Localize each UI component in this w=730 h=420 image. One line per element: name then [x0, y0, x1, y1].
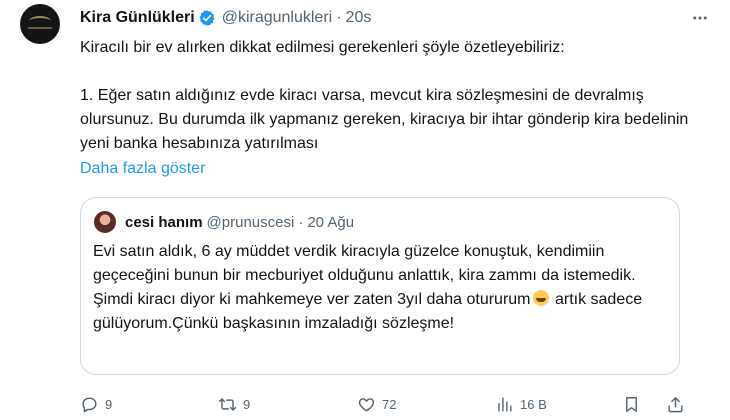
quoted-tweet-text: Evi satın aldık, 6 ay müddet verdik kira… — [93, 240, 669, 336]
share-icon — [668, 396, 683, 412]
author-name[interactable]: Kira Günlükleri — [80, 9, 195, 27]
like-count: 72 — [382, 396, 397, 412]
reply-count: 9 — [105, 396, 113, 412]
bookmark-button[interactable] — [622, 392, 641, 416]
author-handle[interactable]: @kiragunlukleri — [222, 9, 333, 27]
quoted-author-handle: @prunuscesi — [206, 213, 295, 231]
quoted-author-name: cesi hanım — [125, 213, 203, 231]
tweet-header: Kira Günlükleri @kiragunlukleri · 20s — [80, 7, 371, 29]
quoted-tweet-header: cesi hanım @prunuscesi · 20 Ağu — [125, 211, 354, 233]
tweet-text-line1: Kiracılı bir ev alırken dikkat edilmesi … — [80, 39, 565, 56]
share-button[interactable] — [666, 392, 685, 416]
quoted-author-avatar — [94, 211, 116, 233]
quoted-tweet-date: 20 Ağu — [307, 213, 355, 231]
avatar-logo-text — [28, 27, 52, 29]
repost-icon — [218, 397, 237, 411]
reply-icon — [82, 397, 97, 412]
more-options-icon[interactable] — [688, 7, 712, 29]
tweet-text-para2: 1. Eğer satın aldığınız evde kiracı vars… — [80, 87, 689, 152]
avatar-logo-swoosh — [29, 16, 51, 26]
separator-dot: · — [336, 9, 342, 26]
quoted-tweet[interactable]: cesi hanım @prunuscesi · 20 Ağu Evi satı… — [80, 197, 680, 375]
analytics-icon — [498, 396, 512, 412]
bookmark-icon — [626, 396, 637, 412]
reply-button[interactable]: 9 — [80, 392, 112, 416]
separator-dot: · — [298, 213, 304, 231]
grinning-sweat-emoji-icon — [532, 290, 549, 306]
repost-count: 9 — [243, 396, 251, 412]
tweet-text: Kiracılı bir ev alırken dikkat edilmesi … — [80, 36, 700, 156]
view-count: 16 B — [520, 396, 547, 412]
action-bar: 9 9 72 16 B — [70, 392, 690, 416]
tweet-time[interactable]: 20s — [346, 9, 372, 27]
like-button[interactable]: 72 — [357, 392, 396, 416]
repost-button[interactable]: 9 — [218, 392, 250, 416]
show-more-link[interactable]: Daha fazla göster — [80, 157, 205, 181]
heart-icon — [358, 397, 375, 412]
views-button[interactable]: 16 B — [495, 392, 547, 416]
verified-badge-icon — [199, 10, 215, 26]
author-avatar[interactable] — [20, 4, 60, 44]
